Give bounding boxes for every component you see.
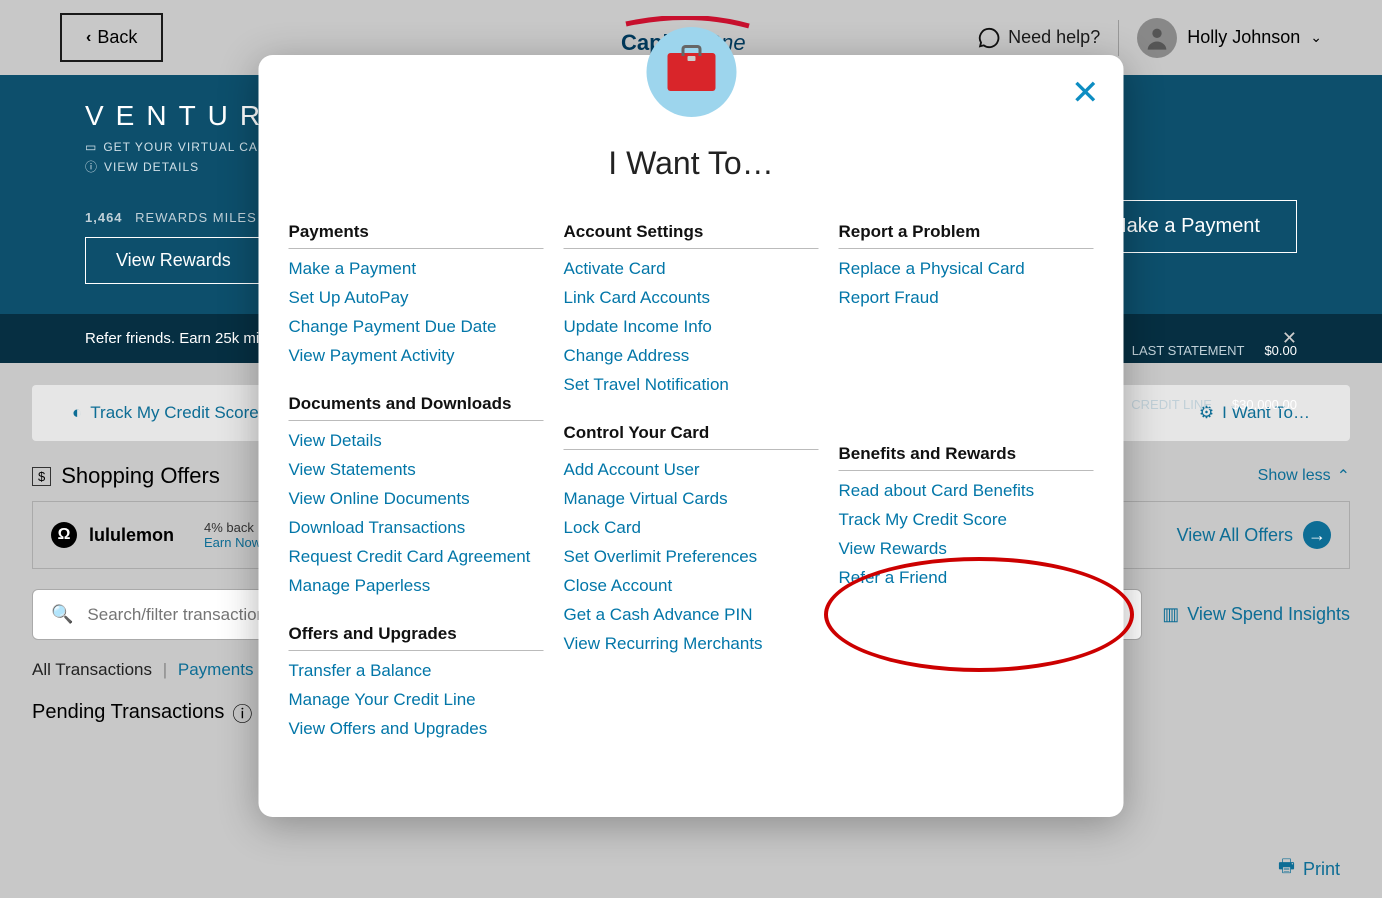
group-title: Offers and Upgrades xyxy=(289,624,544,651)
link-make-payment[interactable]: Make a Payment xyxy=(289,259,544,279)
group-title: Payments xyxy=(289,222,544,249)
link-view-statements[interactable]: View Statements xyxy=(289,460,544,480)
link-cash-advance-pin[interactable]: Get a Cash Advance PIN xyxy=(564,605,819,625)
merchant-logo-icon: Ω xyxy=(51,522,77,548)
link-close-account[interactable]: Close Account xyxy=(564,576,819,596)
search-icon: 🔍 xyxy=(51,604,73,625)
money-icon: $ xyxy=(32,467,51,486)
bar-chart-icon: ▥ xyxy=(1162,604,1179,625)
rewards-miles: 1,464 REWARDS MILES xyxy=(85,210,262,225)
last-statement-stat: LAST STATEMENT $0.00 xyxy=(1132,343,1297,358)
group-title: Benefits and Rewards xyxy=(839,444,1094,471)
header-divider xyxy=(1118,20,1119,56)
link-add-account-user[interactable]: Add Account User xyxy=(564,460,819,480)
offer-back: 4% back xyxy=(204,520,261,535)
link-view-offers-upgrades[interactable]: View Offers and Upgrades xyxy=(289,719,544,739)
offer-details: 4% back Earn Now xyxy=(204,520,261,550)
view-rewards-button[interactable]: View Rewards xyxy=(85,237,262,284)
link-transfer-balance[interactable]: Transfer a Balance xyxy=(289,661,544,681)
modal-badge xyxy=(646,27,736,117)
group-title: Control Your Card xyxy=(564,423,819,450)
arrow-right-circle-icon: → xyxy=(1303,521,1331,549)
credit-line-stat: CREDIT LINE $30,000.00 xyxy=(1131,397,1297,412)
link-view-payment-activity[interactable]: View Payment Activity xyxy=(289,346,544,366)
group-offers-upgrades: Offers and Upgrades Transfer a Balance M… xyxy=(289,624,544,739)
link-request-card-agreement[interactable]: Request Credit Card Agreement xyxy=(289,547,544,567)
group-control-card: Control Your Card Add Account User Manag… xyxy=(564,423,819,654)
need-help-link[interactable]: Need help? xyxy=(978,27,1100,49)
view-all-offers-link[interactable]: View All Offers → xyxy=(1177,521,1331,549)
credit-meter-icon: ◐ xyxy=(72,403,82,423)
link-card-benefits[interactable]: Read about Card Benefits xyxy=(839,481,1094,501)
link-view-online-docs[interactable]: View Online Documents xyxy=(289,489,544,509)
group-documents: Documents and Downloads View Details Vie… xyxy=(289,394,544,596)
group-report-problem: Report a Problem Replace a Physical Card… xyxy=(839,222,1094,308)
link-set-travel-notification[interactable]: Set Travel Notification xyxy=(564,375,819,395)
info-icon: ⓘ xyxy=(85,158,98,175)
briefcase-icon xyxy=(667,53,715,91)
link-track-credit-score[interactable]: Track My Credit Score xyxy=(839,510,1094,530)
link-manage-paperless[interactable]: Manage Paperless xyxy=(289,576,544,596)
group-benefits-rewards: Benefits and Rewards Read about Card Ben… xyxy=(839,444,1094,588)
help-label: Need help? xyxy=(1008,27,1100,48)
modal-close-button[interactable]: ✕ xyxy=(1071,73,1100,113)
link-activate-card[interactable]: Activate Card xyxy=(564,259,819,279)
i-want-to-modal: ✕ I Want To… Payments Make a Payment Set… xyxy=(259,55,1124,817)
group-account-settings: Account Settings Activate Card Link Card… xyxy=(564,222,819,395)
offer-earn-link[interactable]: Earn Now xyxy=(204,535,261,550)
offer-item[interactable]: Ω lululemon xyxy=(51,522,174,548)
link-manage-credit-line[interactable]: Manage Your Credit Line xyxy=(289,690,544,710)
chevron-down-icon: ⌄ xyxy=(1310,29,1322,46)
user-menu[interactable]: Holly Johnson ⌄ xyxy=(1137,18,1322,58)
group-title: Report a Problem xyxy=(839,222,1094,249)
merchant-name: lululemon xyxy=(89,525,174,546)
print-icon: 🖶 xyxy=(1278,854,1295,884)
banner-text: Refer friends. Earn 25k miles. xyxy=(85,330,283,347)
link-manage-virtual-cards[interactable]: Manage Virtual Cards xyxy=(564,489,819,509)
header-right: Need help? Holly Johnson ⌄ xyxy=(978,18,1322,58)
link-view-details[interactable]: View Details xyxy=(289,431,544,451)
info-icon[interactable]: ⓘ xyxy=(232,698,252,727)
tab-all-transactions[interactable]: All Transactions xyxy=(32,660,152,679)
user-name: Holly Johnson xyxy=(1187,27,1300,48)
chevron-up-icon: ⌃ xyxy=(1337,466,1350,486)
spend-insights-link[interactable]: ▥ View Spend Insights xyxy=(1162,604,1350,625)
avatar-icon xyxy=(1137,18,1177,58)
shopping-offers-title: $ Shopping Offers xyxy=(32,463,220,489)
group-title: Documents and Downloads xyxy=(289,394,544,421)
link-recurring-merchants[interactable]: View Recurring Merchants xyxy=(564,634,819,654)
group-payments: Payments Make a Payment Set Up AutoPay C… xyxy=(289,222,544,366)
link-set-overlimit[interactable]: Set Overlimit Preferences xyxy=(564,547,819,567)
link-setup-autopay[interactable]: Set Up AutoPay xyxy=(289,288,544,308)
link-report-fraud[interactable]: Report Fraud xyxy=(839,288,1094,308)
link-refer-a-friend[interactable]: Refer a Friend xyxy=(839,568,1094,588)
link-replace-card[interactable]: Replace a Physical Card xyxy=(839,259,1094,279)
track-credit-link[interactable]: ◐ Track My Credit Score xyxy=(72,403,259,423)
link-lock-card[interactable]: Lock Card xyxy=(564,518,819,538)
modal-columns: Payments Make a Payment Set Up AutoPay C… xyxy=(289,222,1094,767)
link-view-rewards[interactable]: View Rewards xyxy=(839,539,1094,559)
chevron-left-icon: ‹ xyxy=(86,29,91,47)
link-change-address[interactable]: Change Address xyxy=(564,346,819,366)
link-download-transactions[interactable]: Download Transactions xyxy=(289,518,544,538)
help-chat-icon xyxy=(978,27,1000,49)
link-change-due-date[interactable]: Change Payment Due Date xyxy=(289,317,544,337)
show-less-toggle[interactable]: Show less ⌃ xyxy=(1258,466,1350,486)
card-icon: ▭ xyxy=(85,140,97,154)
link-update-income[interactable]: Update Income Info xyxy=(564,317,819,337)
back-label: Back xyxy=(97,27,137,48)
tab-payments[interactable]: Payments xyxy=(178,660,254,679)
group-title: Account Settings xyxy=(564,222,819,249)
back-button[interactable]: ‹ Back xyxy=(60,13,163,62)
print-link[interactable]: 🖶 Print xyxy=(1278,854,1340,884)
link-link-card-accounts[interactable]: Link Card Accounts xyxy=(564,288,819,308)
modal-title: I Want To… xyxy=(289,145,1094,182)
